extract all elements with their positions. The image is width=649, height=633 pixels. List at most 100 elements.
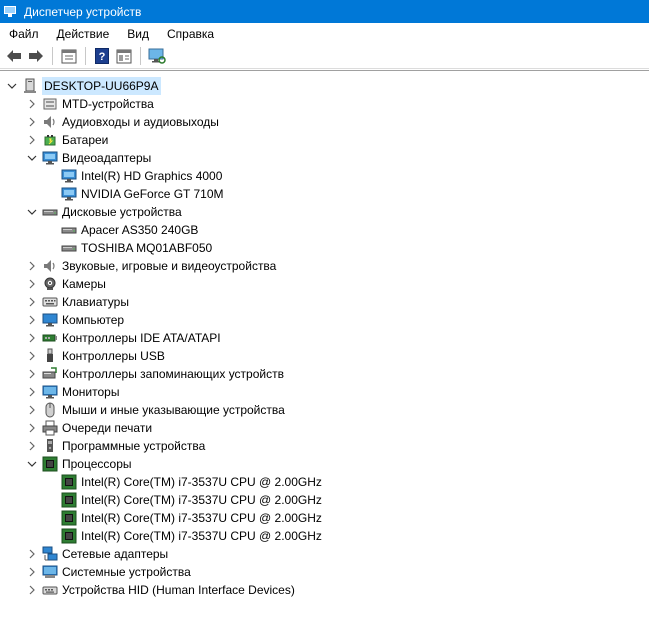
tree-category-label: Батареи xyxy=(62,133,109,147)
toolbar: ? xyxy=(0,44,649,69)
tree-category[interactable]: Мыши и иные указывающие устройства xyxy=(27,401,285,419)
keyboard-icon xyxy=(42,294,58,310)
tree-category[interactable]: Батареи xyxy=(27,131,108,149)
tree-device-label: Intel(R) HD Graphics 4000 xyxy=(81,169,223,183)
help-button[interactable]: ? xyxy=(92,47,111,66)
chevron-down-icon[interactable] xyxy=(7,81,17,91)
chevron-right-icon[interactable] xyxy=(27,405,37,415)
chevron-right-icon[interactable] xyxy=(27,297,37,307)
tree-category[interactable]: Аудиовходы и аудиовыходы xyxy=(27,113,219,131)
title-bar: Диспетчер устройств xyxy=(0,0,649,23)
tree-device-label: Intel(R) Core(TM) i7-3537U CPU @ 2.00GHz xyxy=(81,493,322,507)
chevron-right-icon[interactable] xyxy=(27,423,37,433)
software-device-icon xyxy=(42,438,58,454)
tree-category-label: Аудиовходы и аудиовыходы xyxy=(62,115,219,129)
disk-icon xyxy=(42,204,58,220)
tree-category-label: Процессоры xyxy=(62,457,132,471)
chevron-right-icon[interactable] xyxy=(27,135,37,145)
tree-category-label: Компьютер xyxy=(62,313,125,327)
window-title: Диспетчер устройств xyxy=(24,4,142,19)
display-adapter-icon xyxy=(61,186,77,202)
tree-device[interactable]: Intel(R) Core(TM) i7-3537U CPU @ 2.00GHz xyxy=(61,527,322,545)
display-adapter-icon xyxy=(42,150,58,166)
tree-category-label: Контроллеры USB xyxy=(62,349,165,363)
storage-controller-icon xyxy=(42,366,58,382)
tree-category[interactable]: Программные устройства xyxy=(27,437,205,455)
tree-device-label: TOSHIBA MQ01ABF050 xyxy=(81,241,213,255)
properties-button[interactable] xyxy=(59,47,78,66)
tree-category[interactable]: MTD-устройства xyxy=(27,95,154,113)
menu-bar: Файл Действие Вид Справка xyxy=(0,23,649,44)
tree-category[interactable]: Контроллеры USB xyxy=(27,347,165,365)
display-adapter-icon xyxy=(61,168,77,184)
monitor-scan-icon xyxy=(148,48,166,64)
chevron-right-icon[interactable] xyxy=(27,369,37,379)
speaker-icon xyxy=(42,114,58,130)
chevron-right-icon[interactable] xyxy=(27,585,37,595)
tree-device[interactable]: Intel(R) Core(TM) i7-3537U CPU @ 2.00GHz xyxy=(61,491,322,509)
tree-category-label: Контроллеры запоминающих устройств xyxy=(62,367,284,381)
chevron-right-icon[interactable] xyxy=(27,99,37,109)
menu-action[interactable]: Действие xyxy=(46,27,117,41)
menu-help[interactable]: Справка xyxy=(156,27,221,41)
tree-category[interactable]: Дисковые устройства xyxy=(27,203,182,221)
tree-category[interactable]: Камеры xyxy=(27,275,106,293)
tree-category[interactable]: Контроллеры запоминающих устройств xyxy=(27,365,284,383)
tree-category[interactable]: Компьютер xyxy=(27,311,124,329)
chevron-right-icon[interactable] xyxy=(27,261,37,271)
tree-category[interactable]: Устройства HID (Human Interface Devices) xyxy=(27,581,295,599)
chevron-right-icon[interactable] xyxy=(27,315,37,325)
tree-category[interactable]: Клавиатуры xyxy=(27,293,129,311)
tree-category-label: Контроллеры IDE ATA/ATAPI xyxy=(62,331,221,345)
tree-category-label: Программные устройства xyxy=(62,439,206,453)
chevron-right-icon[interactable] xyxy=(27,387,37,397)
back-arrow-icon xyxy=(6,50,21,62)
tree-category-label: Звуковые, игровые и видеоустройства xyxy=(62,259,277,273)
chevron-right-icon[interactable] xyxy=(27,117,37,127)
system-device-icon xyxy=(42,564,58,580)
tree-device-label: Intel(R) Core(TM) i7-3537U CPU @ 2.00GHz xyxy=(81,475,322,489)
tree-root[interactable]: DESKTOP-UU66P9A xyxy=(7,77,161,95)
chevron-right-icon[interactable] xyxy=(27,567,37,577)
forward-button[interactable] xyxy=(26,47,45,66)
tree-category[interactable]: Звуковые, игровые и видеоустройства xyxy=(27,257,276,275)
menu-view[interactable]: Вид xyxy=(116,27,156,41)
chevron-down-icon[interactable] xyxy=(27,153,37,163)
tree-device-label: Intel(R) Core(TM) i7-3537U CPU @ 2.00GHz xyxy=(81,511,322,525)
computer-icon xyxy=(42,312,58,328)
chevron-right-icon[interactable] xyxy=(27,549,37,559)
tree-category[interactable]: Видеоадаптеры xyxy=(27,149,151,167)
chevron-down-icon[interactable] xyxy=(27,459,37,469)
scan-hardware-button[interactable] xyxy=(147,47,166,66)
tree-category[interactable]: Очереди печати xyxy=(27,419,152,437)
cpu-icon xyxy=(42,456,58,472)
cpu-icon xyxy=(61,474,77,490)
cpu-icon xyxy=(61,510,77,526)
device-tree[interactable]: DESKTOP-UU66P9A MTD-устройства Аудиовходы … xyxy=(0,70,649,633)
tree-category[interactable]: Контроллеры IDE ATA/ATAPI xyxy=(27,329,221,347)
chevron-down-icon[interactable] xyxy=(27,207,37,217)
chevron-right-icon[interactable] xyxy=(27,333,37,343)
tree-category[interactable]: Процессоры xyxy=(27,455,132,473)
tree-device-label: Intel(R) Core(TM) i7-3537U CPU @ 2.00GHz xyxy=(81,529,322,543)
chevron-right-icon[interactable] xyxy=(27,351,37,361)
tree-device-label: NVIDIA GeForce GT 710M xyxy=(81,187,224,201)
network-adapter-icon xyxy=(42,546,58,562)
tree-category[interactable]: Мониторы xyxy=(27,383,119,401)
back-button[interactable] xyxy=(4,47,23,66)
tree-device[interactable]: TOSHIBA MQ01ABF050 xyxy=(61,239,212,257)
tree-device[interactable]: Apacer AS350 240GB xyxy=(61,221,198,239)
speaker-icon xyxy=(42,258,58,274)
tree-device[interactable]: Intel(R) Core(TM) i7-3537U CPU @ 2.00GHz xyxy=(61,509,322,527)
chevron-right-icon[interactable] xyxy=(27,279,37,289)
tree-device[interactable]: Intel(R) Core(TM) i7-3537U CPU @ 2.00GHz xyxy=(61,473,322,491)
tree-category[interactable]: Системные устройства xyxy=(27,563,191,581)
chevron-right-icon[interactable] xyxy=(27,441,37,451)
tree-device[interactable]: Intel(R) HD Graphics 4000 xyxy=(61,167,222,185)
mouse-icon xyxy=(42,402,58,418)
tree-device[interactable]: NVIDIA GeForce GT 710M xyxy=(61,185,224,203)
tree-category[interactable]: Сетевые адаптеры xyxy=(27,545,168,563)
view-button[interactable] xyxy=(114,47,133,66)
tree-category-label: Дисковые устройства xyxy=(62,205,182,219)
menu-file[interactable]: Файл xyxy=(0,27,46,41)
